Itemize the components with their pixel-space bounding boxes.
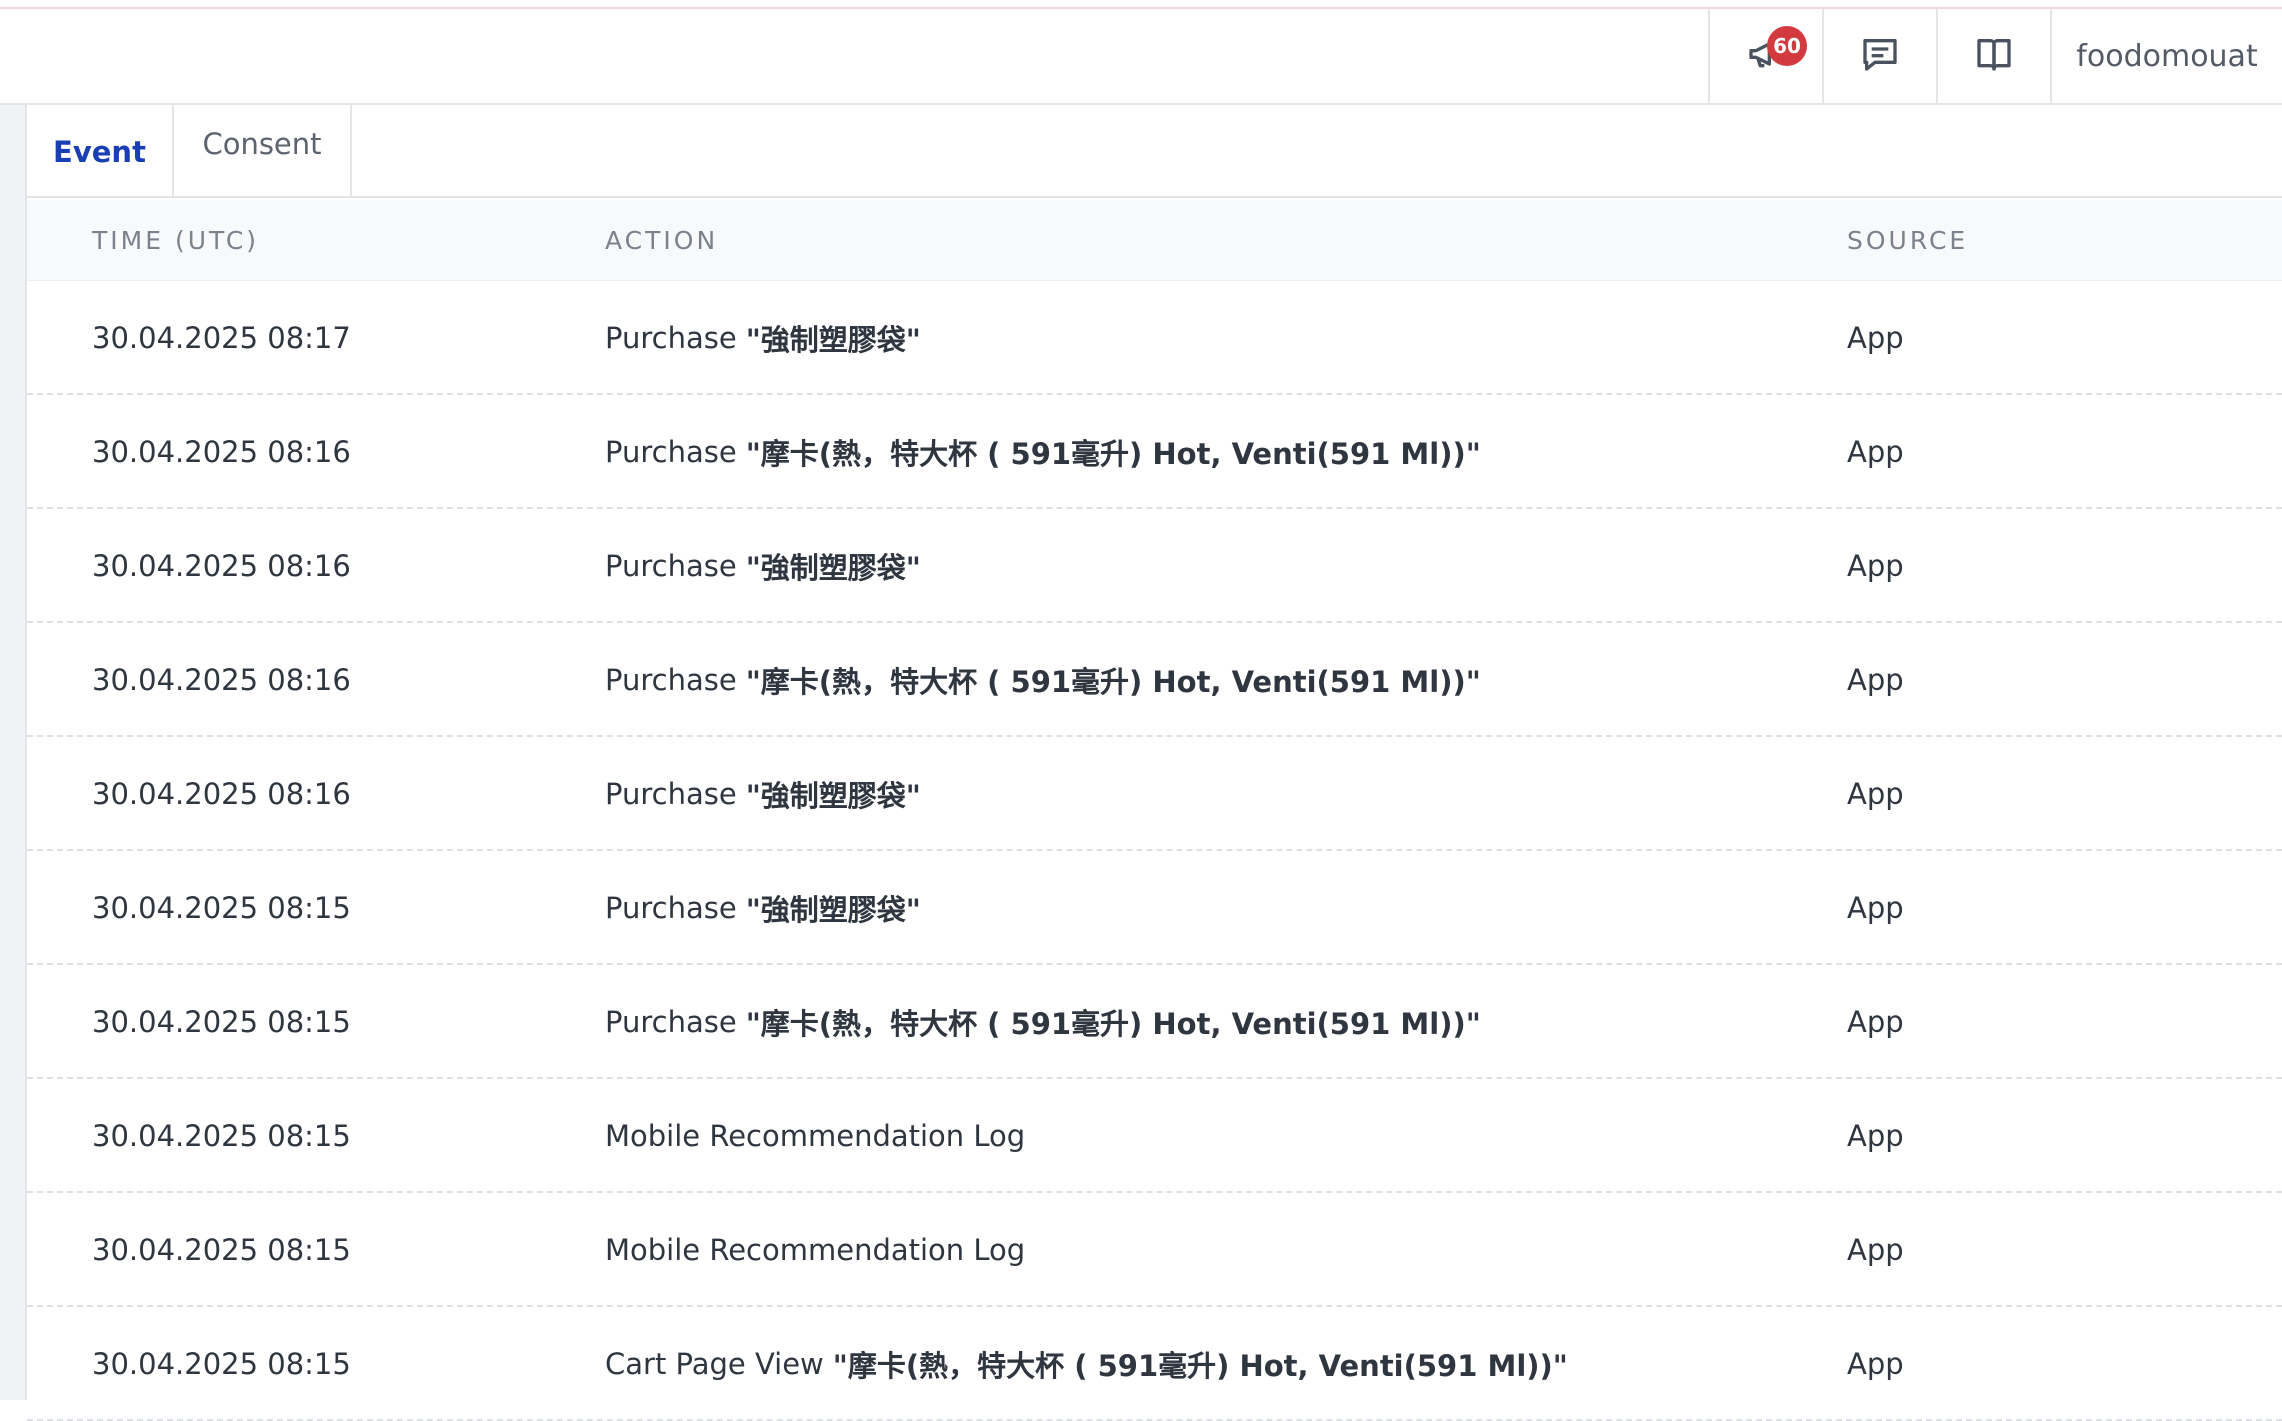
messages-button[interactable] [1822, 9, 1936, 103]
cell-time: 30.04.2025 08:15 [92, 1233, 351, 1267]
table-row[interactable]: 30.04.2025 08:16 Purchase "摩卡(熱，特大杯 ( 591毫… [27, 395, 2282, 509]
cell-action: Purchase "摩卡(熱，特大杯 ( 591毫升) Hot, Venti(59… [605, 395, 1481, 509]
cell-action: Mobile Recommendation Log [605, 1193, 1034, 1307]
table-row[interactable]: 30.04.2025 08:15 Mobile Recommendation Lo… [27, 1193, 2282, 1307]
action-type: Purchase [605, 663, 737, 697]
cell-action: Purchase "強制塑膠袋" [605, 737, 921, 851]
table-header: TIME (UTC) ACTION SOURCE [27, 200, 2282, 281]
cell-action: Purchase "強制塑膠袋" [605, 509, 921, 623]
announcements-button[interactable]: 60 [1708, 9, 1822, 103]
action-item-name: "強制塑膠袋" [745, 323, 921, 357]
column-header-action[interactable]: ACTION [605, 200, 718, 281]
cell-time: 30.04.2025 08:15 [92, 891, 351, 925]
tab-event[interactable]: Event [27, 105, 172, 198]
action-type: Purchase [605, 777, 737, 811]
user-menu[interactable]: foodomouat [2050, 9, 2282, 103]
action-type: Purchase [605, 891, 737, 925]
cell-action: Purchase "摩卡(熱，特大杯 ( 591毫升) Hot, Venti(59… [605, 623, 1481, 737]
event-table: TIME (UTC) ACTION SOURCE 30.04.2025 08:1… [27, 200, 2282, 1421]
book-icon [1974, 34, 2014, 78]
table-body: 30.04.2025 08:17 Purchase "強制塑膠袋" App 30.04.… [27, 281, 2282, 1421]
action-item-name: "強制塑膠袋" [745, 779, 921, 813]
documentation-button[interactable] [1936, 9, 2050, 103]
action-item-name: "摩卡(熱，特大杯 ( 591毫升) Hot, Venti(591 Ml))" [745, 665, 1481, 699]
cell-action: Cart Page View "摩卡(熱，特大杯 ( 591毫升) Hot, Ve… [605, 1307, 1568, 1421]
cell-source: App [1847, 321, 1904, 355]
cell-time: 30.04.2025 08:17 [92, 321, 351, 355]
cell-time: 30.04.2025 08:15 [92, 1347, 351, 1381]
cell-time: 30.04.2025 08:16 [92, 663, 351, 697]
table-row[interactable]: 30.04.2025 08:16 Purchase "摩卡(熱，特大杯 ( 591毫… [27, 623, 2282, 737]
table-row[interactable]: 30.04.2025 08:15 Purchase "摩卡(熱，特大杯 ( 591毫… [27, 965, 2282, 1079]
cell-action: Purchase "強制塑膠袋" [605, 281, 921, 395]
chat-icon [1860, 34, 1900, 78]
action-item-name: "摩卡(熱，特大杯 ( 591毫升) Hot, Venti(591 Ml))" [745, 437, 1481, 471]
cell-source: App [1847, 777, 1904, 811]
table-row[interactable]: 30.04.2025 08:15 Purchase "強制塑膠袋" App [27, 851, 2282, 965]
action-item-name: "摩卡(熱，特大杯 ( 591毫升) Hot, Venti(591 Ml))" [832, 1349, 1568, 1383]
top-accent-line [0, 0, 2282, 9]
notification-count-badge: 60 [1767, 26, 1807, 66]
action-item-name: "強制塑膠袋" [745, 551, 921, 585]
cell-source: App [1847, 1347, 1904, 1381]
cell-time: 30.04.2025 08:16 [92, 549, 351, 583]
table-row[interactable]: 30.04.2025 08:16 Purchase "強制塑膠袋" App [27, 509, 2282, 623]
cell-source: App [1847, 435, 1904, 469]
tab-consent[interactable]: Consent [172, 105, 352, 196]
cell-source: App [1847, 549, 1904, 583]
action-type: Purchase [605, 321, 737, 355]
cell-source: App [1847, 1233, 1904, 1267]
cell-time: 30.04.2025 08:15 [92, 1005, 351, 1039]
action-type: Purchase [605, 549, 737, 583]
action-type: Purchase [605, 435, 737, 469]
action-item-name: "強制塑膠袋" [745, 893, 921, 927]
cell-source: App [1847, 891, 1904, 925]
top-header: 60 foodomouat [0, 9, 2282, 105]
table-row[interactable]: 30.04.2025 08:15 Mobile Recommendation Lo… [27, 1079, 2282, 1193]
cell-time: 30.04.2025 08:16 [92, 435, 351, 469]
action-item-name: "摩卡(熱，特大杯 ( 591毫升) Hot, Venti(591 Ml))" [745, 1007, 1481, 1041]
table-row[interactable]: 30.04.2025 08:16 Purchase "強制塑膠袋" App [27, 737, 2282, 851]
action-type: Mobile Recommendation Log [605, 1119, 1026, 1153]
tab-bar: Event Consent [27, 105, 2282, 198]
column-header-source[interactable]: SOURCE [1847, 200, 1968, 281]
cell-source: App [1847, 1005, 1904, 1039]
table-row[interactable]: 30.04.2025 08:17 Purchase "強制塑膠袋" App [27, 281, 2282, 395]
action-type: Mobile Recommendation Log [605, 1233, 1026, 1267]
cell-time: 30.04.2025 08:15 [92, 1119, 351, 1153]
cell-source: App [1847, 1119, 1904, 1153]
table-row[interactable]: 30.04.2025 08:15 Cart Page View "摩卡(熱，特大杯 … [27, 1307, 2282, 1421]
cell-action: Mobile Recommendation Log [605, 1079, 1034, 1193]
column-header-time[interactable]: TIME (UTC) [92, 200, 259, 281]
cell-action: Purchase "摩卡(熱，特大杯 ( 591毫升) Hot, Venti(59… [605, 965, 1481, 1079]
cell-source: App [1847, 663, 1904, 697]
action-type: Cart Page View [605, 1347, 824, 1381]
cell-time: 30.04.2025 08:16 [92, 777, 351, 811]
left-gutter [0, 105, 27, 1400]
cell-action: Purchase "強制塑膠袋" [605, 851, 921, 965]
action-type: Purchase [605, 1005, 737, 1039]
